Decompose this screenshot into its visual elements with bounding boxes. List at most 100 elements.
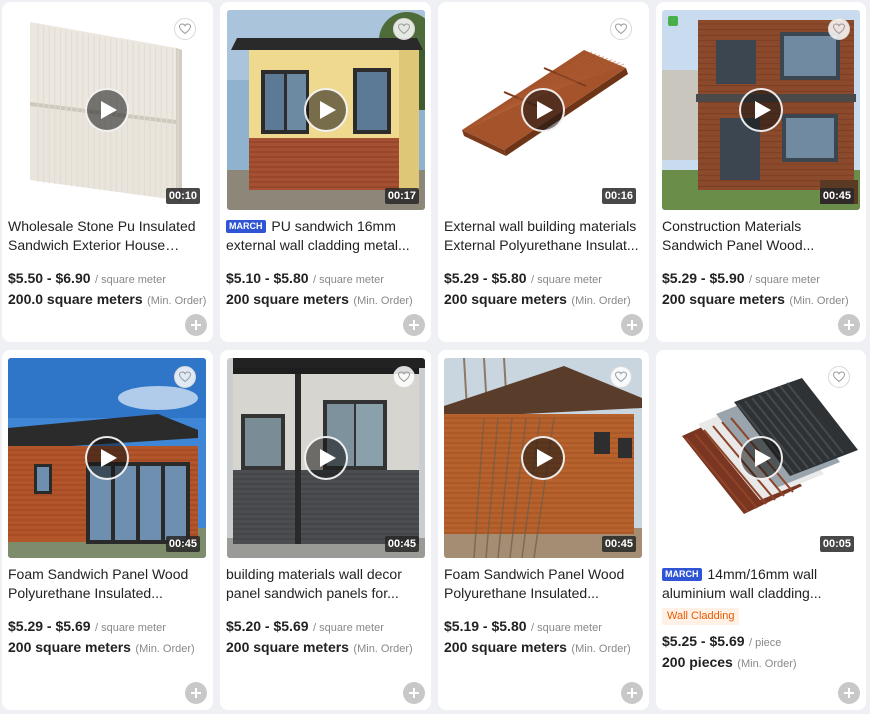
price-row: $5.10 - $5.80 / square meter bbox=[226, 270, 425, 288]
plus-circle-icon[interactable] bbox=[621, 682, 643, 704]
plus-circle-icon[interactable] bbox=[403, 682, 425, 704]
product-video-thumbnail[interactable]: 00:45 bbox=[662, 10, 860, 210]
play-icon[interactable] bbox=[739, 436, 783, 480]
price-range: $5.19 - $5.80 bbox=[444, 618, 527, 634]
product-card[interactable]: 00:16 External wall building materials Ex… bbox=[438, 2, 649, 342]
product-info: External wall building materials Externa… bbox=[444, 217, 643, 309]
price-row: $5.29 - $5.90 / square meter bbox=[662, 270, 860, 288]
price-range: $5.20 - $5.69 bbox=[226, 618, 309, 634]
product-video-thumbnail[interactable]: 00:10 bbox=[8, 10, 206, 210]
video-duration: 00:45 bbox=[601, 536, 636, 552]
min-order-label: (Min. Order) bbox=[571, 643, 631, 655]
product-title[interactable]: building materials wall decor panel sand… bbox=[226, 565, 425, 603]
product-card[interactable]: 00:17 MARCH PU sandwich 16mm external wal… bbox=[220, 2, 431, 342]
product-title[interactable]: MARCH PU sandwich 16mm external wall cla… bbox=[226, 217, 425, 255]
price-unit: / square meter bbox=[312, 622, 384, 634]
product-title[interactable]: Construction Materials Sandwich Panel Wo… bbox=[662, 217, 860, 255]
min-order-quantity: 200 square meters bbox=[444, 639, 567, 655]
video-duration: 00:17 bbox=[384, 188, 419, 204]
play-icon[interactable] bbox=[739, 88, 783, 132]
heart-outline-icon[interactable] bbox=[174, 18, 196, 40]
product-info: Construction Materials Sandwich Panel Wo… bbox=[662, 217, 860, 309]
price-unit: / square meter bbox=[530, 274, 602, 286]
product-title[interactable]: Foam Sandwich Panel Wood Polyurethane In… bbox=[444, 565, 643, 603]
video-duration: 00:10 bbox=[165, 188, 200, 204]
moq-row: 200.0 square meters (Min. Order) bbox=[8, 291, 207, 309]
plus-circle-icon[interactable] bbox=[838, 682, 860, 704]
plus-circle-icon[interactable] bbox=[838, 314, 860, 336]
video-duration: 00:05 bbox=[819, 536, 854, 552]
video-duration: 00:45 bbox=[165, 536, 200, 552]
product-title-text: Wholesale Stone Pu Insulated Sandwich Ex… bbox=[8, 218, 196, 253]
product-video-thumbnail[interactable]: 00:45 bbox=[227, 358, 425, 558]
play-icon[interactable] bbox=[521, 88, 565, 132]
plus-circle-icon[interactable] bbox=[403, 314, 425, 336]
moq-row: 200 square meters (Min. Order) bbox=[444, 639, 643, 657]
moq-row: 200 square meters (Min. Order) bbox=[226, 639, 425, 657]
price-range: $5.10 - $5.80 bbox=[226, 270, 309, 286]
play-icon[interactable] bbox=[85, 88, 129, 132]
product-card[interactable]: 00:45 building materials wall decor panel… bbox=[220, 350, 431, 710]
play-icon[interactable] bbox=[85, 436, 129, 480]
product-card[interactable]: 00:45 Construction Materials Sandwich Pan… bbox=[656, 2, 866, 342]
price-unit: / piece bbox=[748, 637, 782, 649]
play-icon[interactable] bbox=[521, 436, 565, 480]
product-title[interactable]: Foam Sandwich Panel Wood Polyurethane In… bbox=[8, 565, 207, 603]
moq-row: 200 square meters (Min. Order) bbox=[8, 639, 207, 657]
product-grid: 00:10 Wholesale Stone Pu Insulated Sandwi… bbox=[0, 0, 870, 714]
price-range: $5.29 - $5.80 bbox=[444, 270, 527, 286]
min-order-label: (Min. Order) bbox=[737, 658, 797, 670]
tag-row: Wall Cladding bbox=[662, 603, 860, 625]
product-video-thumbnail[interactable]: 00:45 bbox=[444, 358, 642, 558]
product-video-thumbnail[interactable]: 00:05 bbox=[662, 358, 860, 558]
heart-outline-icon[interactable] bbox=[393, 366, 415, 388]
play-icon[interactable] bbox=[304, 88, 348, 132]
min-order-quantity: 200 pieces bbox=[662, 654, 733, 670]
product-title-text: Foam Sandwich Panel Wood Polyurethane In… bbox=[8, 566, 189, 601]
heart-outline-icon[interactable] bbox=[828, 366, 850, 388]
price-unit: / square meter bbox=[94, 274, 166, 286]
product-video-thumbnail[interactable]: 00:45 bbox=[8, 358, 206, 558]
price-range: $5.50 - $6.90 bbox=[8, 270, 91, 286]
product-title[interactable]: MARCH 14mm/16mm wall aluminium wall clad… bbox=[662, 565, 860, 603]
product-video-thumbnail[interactable]: 00:16 bbox=[444, 10, 642, 210]
moq-row: 200 square meters (Min. Order) bbox=[444, 291, 643, 309]
plus-circle-icon[interactable] bbox=[621, 314, 643, 336]
product-video-thumbnail[interactable]: 00:17 bbox=[227, 10, 425, 210]
product-info: building materials wall decor panel sand… bbox=[226, 565, 425, 657]
product-card[interactable]: 00:45 Foam Sandwich Panel Wood Polyuretha… bbox=[438, 350, 649, 710]
min-order-label: (Min. Order) bbox=[147, 295, 207, 307]
video-duration: 00:45 bbox=[384, 536, 419, 552]
price-row: $5.29 - $5.69 / square meter bbox=[8, 618, 207, 636]
min-order-label: (Min. Order) bbox=[353, 295, 413, 307]
heart-outline-icon[interactable] bbox=[393, 18, 415, 40]
plus-circle-icon[interactable] bbox=[185, 314, 207, 336]
min-order-quantity: 200 square meters bbox=[444, 291, 567, 307]
min-order-quantity: 200 square meters bbox=[8, 639, 131, 655]
min-order-label: (Min. Order) bbox=[353, 643, 413, 655]
heart-outline-icon[interactable] bbox=[174, 366, 196, 388]
product-title[interactable]: Wholesale Stone Pu Insulated Sandwich Ex… bbox=[8, 217, 207, 255]
price-row: $5.20 - $5.69 / square meter bbox=[226, 618, 425, 636]
price-unit: / square meter bbox=[312, 274, 384, 286]
price-range: $5.29 - $5.90 bbox=[662, 270, 745, 286]
plus-circle-icon[interactable] bbox=[185, 682, 207, 704]
product-card[interactable]: 00:10 Wholesale Stone Pu Insulated Sandwi… bbox=[2, 2, 213, 342]
heart-outline-icon[interactable] bbox=[610, 18, 632, 40]
video-duration: 00:16 bbox=[601, 188, 636, 204]
heart-outline-icon[interactable] bbox=[828, 18, 850, 40]
min-order-quantity: 200 square meters bbox=[226, 291, 349, 307]
category-tag: Wall Cladding bbox=[662, 608, 740, 625]
product-info: Wholesale Stone Pu Insulated Sandwich Ex… bbox=[8, 217, 207, 309]
price-row: $5.50 - $6.90 / square meter bbox=[8, 270, 207, 288]
product-title-text: External wall building materials Externa… bbox=[444, 218, 639, 253]
play-icon[interactable] bbox=[304, 436, 348, 480]
product-title[interactable]: External wall building materials Externa… bbox=[444, 217, 643, 255]
moq-row: 200 pieces (Min. Order) bbox=[662, 654, 860, 672]
product-card[interactable]: 00:45 Foam Sandwich Panel Wood Polyuretha… bbox=[2, 350, 213, 710]
product-card[interactable]: 00:05 MARCH 14mm/16mm wall aluminium wall… bbox=[656, 350, 866, 710]
price-row: $5.25 - $5.69 / piece bbox=[662, 633, 860, 651]
price-range: $5.29 - $5.69 bbox=[8, 618, 91, 634]
heart-outline-icon[interactable] bbox=[610, 366, 632, 388]
moq-row: 200 square meters (Min. Order) bbox=[662, 291, 860, 309]
